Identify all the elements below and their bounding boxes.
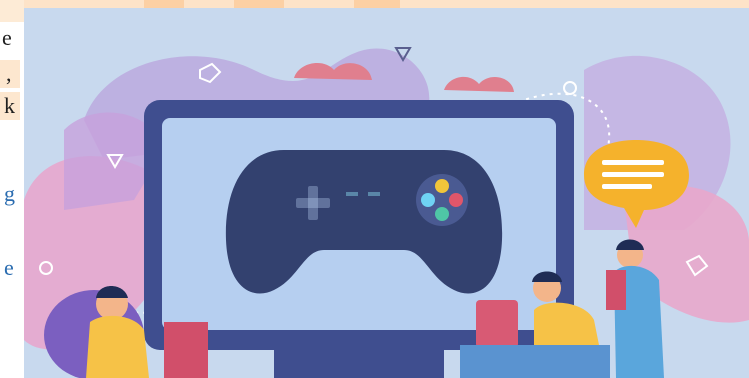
start-button: [368, 192, 380, 196]
link-fragment[interactable]: g: [4, 180, 15, 208]
dpad-vertical: [308, 186, 318, 220]
article-text-edge: e , k g e: [0, 0, 24, 378]
gaming-illustration: [24, 0, 749, 378]
monitor-stand: [274, 350, 444, 378]
chair-back: [606, 270, 626, 310]
gamepad-button-cyan: [421, 193, 435, 207]
desk: [460, 345, 610, 378]
gamer-laptop: [164, 322, 208, 378]
text-fragment: ,: [6, 61, 12, 86]
link-fragment[interactable]: e: [4, 254, 14, 282]
gamepad-button-green: [435, 207, 449, 221]
gamer-shirt: [86, 315, 149, 378]
bubble-line: [602, 160, 664, 165]
gamepad-button-yellow: [435, 179, 449, 193]
pc-monitor: [476, 300, 518, 348]
top-highlight-band: [24, 0, 749, 8]
text-fragment: e: [2, 25, 12, 50]
bubble-line: [602, 172, 664, 177]
text-fragment: k: [4, 93, 15, 118]
illustration-svg: [24, 0, 749, 378]
bubble-line: [602, 184, 652, 189]
article-highlight-band: [0, 0, 24, 22]
gamepad-button-red: [449, 193, 463, 207]
select-button: [346, 192, 358, 196]
